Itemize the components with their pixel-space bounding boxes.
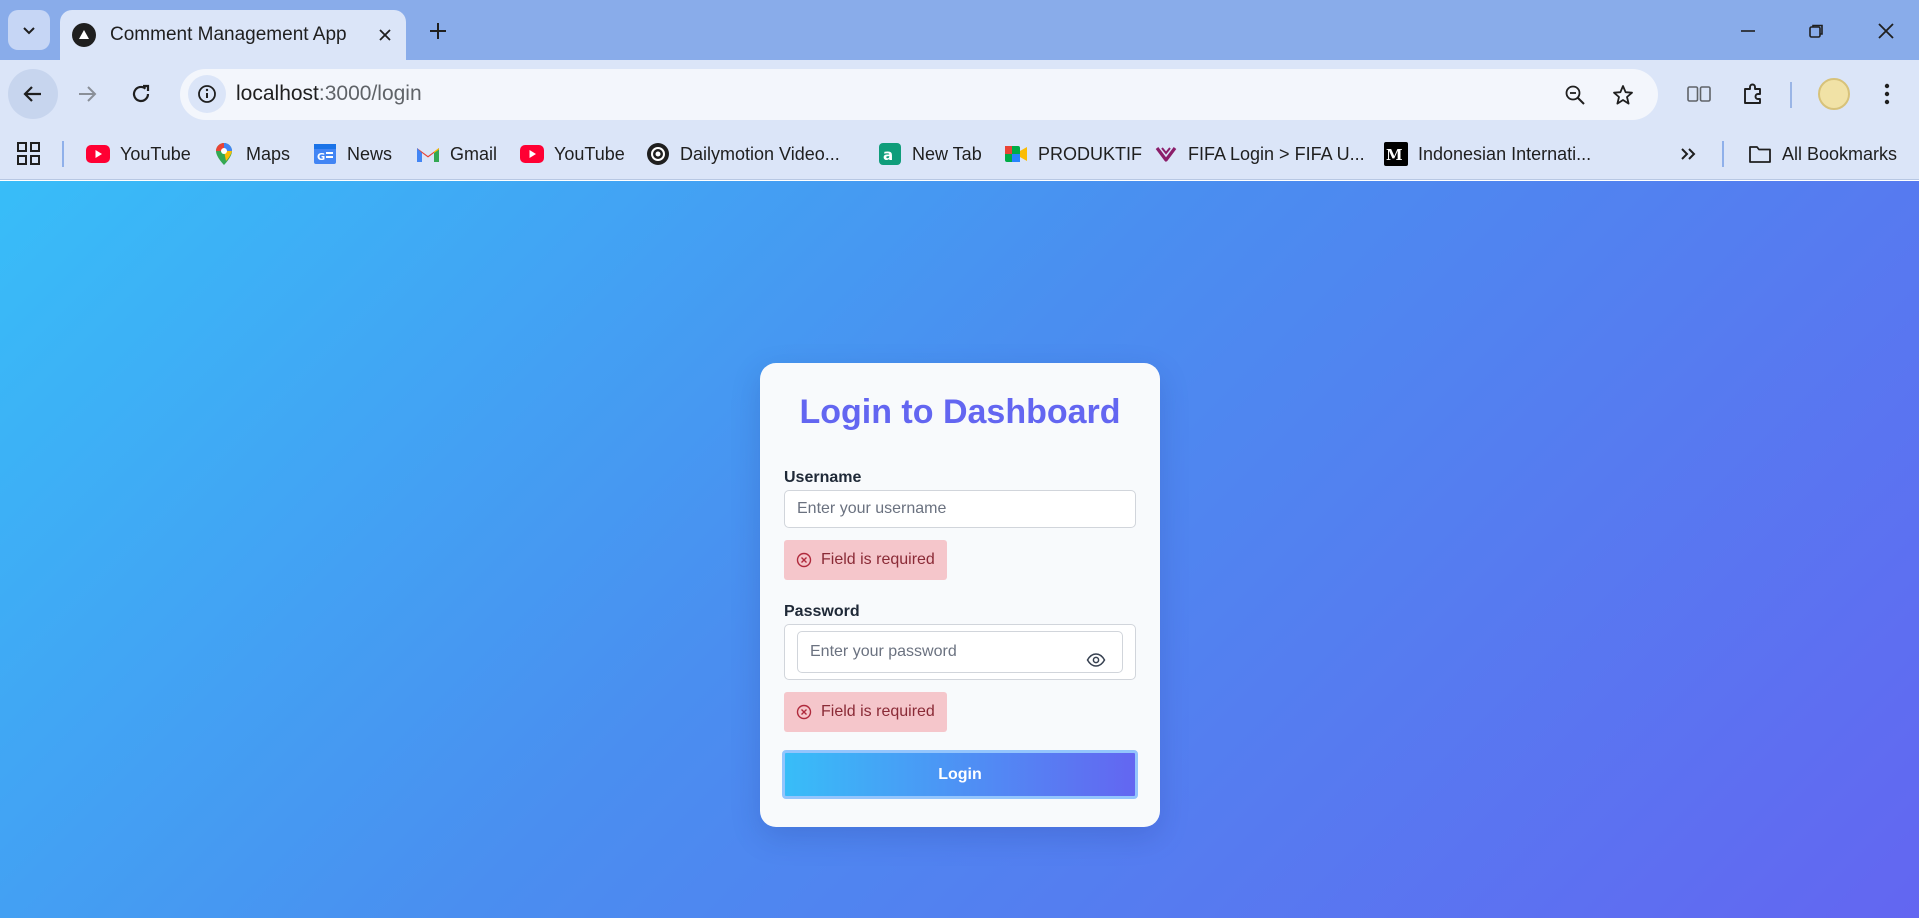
tab-title: Comment Management App	[110, 24, 347, 45]
chevron-down-icon	[23, 27, 35, 35]
meet-icon	[1004, 142, 1028, 166]
menu-button[interactable]	[1871, 78, 1903, 110]
eye-icon[interactable]	[1086, 651, 1106, 669]
reload-icon	[132, 84, 150, 103]
toolbar-divider	[1790, 82, 1792, 108]
dailymotion-icon	[646, 142, 670, 166]
password-label: Password	[784, 603, 860, 620]
youtube-icon	[86, 142, 110, 166]
error-circle-icon	[796, 552, 812, 568]
bookmarks-overflow-button[interactable]	[1674, 141, 1702, 167]
tab-search-button[interactable]	[8, 10, 50, 50]
bookmark-label: FIFA Login > FIFA U...	[1188, 143, 1365, 164]
bookmark-new-tab[interactable]: a New Tab	[878, 141, 982, 167]
close-icon	[379, 29, 391, 41]
page-title: Login to Dashboard	[799, 393, 1121, 431]
zoom-button[interactable]	[1561, 81, 1589, 109]
news-icon: G	[313, 142, 337, 166]
bookmark-produktif[interactable]: PRODUKTIF	[1004, 141, 1142, 167]
folder-icon	[1748, 142, 1772, 166]
maps-icon	[212, 142, 236, 166]
fifa-icon	[1154, 142, 1178, 166]
bookmark-news[interactable]: G News	[313, 141, 392, 167]
bookmarks-divider	[62, 141, 64, 167]
login-card: Login to Dashboard Username Field is req…	[760, 363, 1160, 827]
url-text[interactable]: localhost:3000/login	[236, 82, 422, 106]
star-icon	[1613, 85, 1633, 105]
bookmarks-divider	[1722, 141, 1724, 167]
username-error-text: Field is required	[821, 551, 935, 568]
close-icon	[1878, 23, 1894, 39]
new-tab-button[interactable]	[424, 17, 452, 45]
bookmark-indonesian[interactable]: M Indonesian Internati...	[1384, 141, 1591, 167]
back-button[interactable]	[8, 69, 58, 119]
youtube-icon	[520, 142, 544, 166]
extensions-button[interactable]	[1737, 78, 1769, 110]
bookmark-star-button[interactable]	[1609, 81, 1637, 109]
bookmark-label: Indonesian Internati...	[1418, 143, 1592, 164]
username-label: Username	[784, 469, 862, 486]
bookmark-label: PRODUKTIF	[1038, 143, 1143, 164]
bookmark-label: YouTube	[120, 143, 191, 164]
bookmark-maps[interactable]: Maps	[212, 141, 290, 167]
split-view-icon	[1687, 86, 1711, 102]
bookmark-fifa[interactable]: FIFA Login > FIFA U...	[1154, 141, 1365, 167]
medium-icon: M	[1384, 142, 1408, 166]
bookmark-youtube[interactable]: YouTube	[86, 141, 191, 167]
forward-button[interactable]	[62, 69, 112, 119]
double-chevron-right-icon	[1681, 148, 1696, 160]
all-bookmarks-button[interactable]: All Bookmarks	[1748, 141, 1897, 167]
bookmark-label: Maps	[246, 143, 291, 164]
nextjs-favicon-icon	[72, 23, 96, 47]
bookmark-gmail[interactable]: Gmail	[416, 141, 497, 167]
restore-icon	[1809, 24, 1823, 38]
password-error: Field is required	[784, 692, 947, 732]
reload-button[interactable]	[116, 69, 166, 119]
url-path: :3000/login	[318, 82, 422, 105]
browser-toolbar: localhost:3000/login	[0, 60, 1919, 128]
close-window-button[interactable]	[1871, 16, 1901, 46]
address-bar[interactable]: localhost:3000/login	[180, 69, 1658, 120]
arrow-left-icon	[23, 86, 41, 102]
bookmark-label: News	[347, 143, 393, 164]
bookmark-label: YouTube	[554, 143, 625, 164]
minimize-button[interactable]	[1733, 16, 1763, 46]
arrow-right-icon	[79, 86, 97, 102]
puzzle-icon	[1744, 83, 1761, 104]
login-page: Login to Dashboard Username Field is req…	[0, 181, 1919, 918]
newtab-icon: a	[878, 142, 902, 166]
apps-grid-icon[interactable]	[16, 141, 42, 167]
username-input[interactable]	[784, 490, 1136, 528]
reading-mode-button[interactable]	[1683, 78, 1715, 110]
profile-avatar[interactable]	[1818, 78, 1850, 110]
info-icon	[198, 85, 216, 103]
browser-tab[interactable]: Comment Management App	[60, 10, 406, 60]
bookmarks-bar: YouTube Maps G News Gmail YouTube Dailym…	[0, 128, 1919, 180]
restore-button[interactable]	[1801, 16, 1831, 46]
bookmark-label: Dailymotion Video...	[680, 143, 840, 164]
tab-close-button[interactable]	[372, 22, 398, 48]
login-button[interactable]: Login	[782, 750, 1138, 799]
gmail-icon	[416, 142, 440, 166]
svg-text:M: M	[1386, 146, 1403, 164]
bookmark-label: Gmail	[450, 143, 498, 164]
all-bookmarks-label: All Bookmarks	[1782, 143, 1898, 164]
plus-icon	[430, 23, 446, 39]
browser-tab-strip: Comment Management App	[0, 0, 1919, 60]
svg-text:G: G	[317, 152, 325, 163]
minimize-icon	[1741, 30, 1755, 32]
bookmark-label: New Tab	[912, 143, 982, 164]
more-vertical-icon	[1884, 83, 1890, 105]
error-circle-icon	[796, 704, 812, 720]
bookmark-youtube[interactable]: YouTube	[520, 141, 625, 167]
svg-text:a: a	[883, 146, 893, 164]
zoom-out-icon	[1565, 85, 1585, 105]
site-info-button[interactable]	[188, 75, 226, 113]
password-error-text: Field is required	[821, 703, 935, 720]
username-error: Field is required	[784, 540, 947, 580]
password-input[interactable]	[797, 631, 1123, 673]
bookmark-dailymotion[interactable]: Dailymotion Video...	[646, 141, 840, 167]
url-host: localhost	[236, 82, 319, 105]
